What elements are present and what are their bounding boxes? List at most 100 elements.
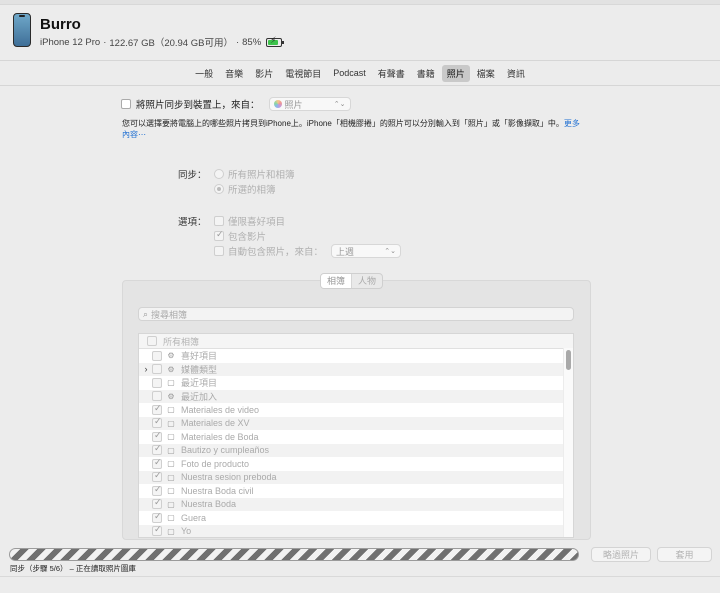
auto-include-period-popup[interactable]: 上週 ⌃⌄ <box>331 244 402 258</box>
window-bottom-edge <box>0 576 720 593</box>
album-name: Guera <box>181 512 207 523</box>
photo-source-popup[interactable]: 照片 ⌃⌄ <box>268 97 351 111</box>
album-checkbox[interactable] <box>152 377 162 388</box>
smart-album-icon: ⚙ <box>167 391 175 401</box>
tab-6[interactable]: 書籍 <box>412 65 440 82</box>
album-row[interactable]: ⚙ 喜好項目 <box>139 349 573 363</box>
album-checkbox[interactable] <box>152 350 162 361</box>
album-row[interactable]: ▢ Nuestra sesion preboda <box>139 470 573 484</box>
album-name: 喜好項目 <box>181 351 218 362</box>
device-capacity: 122.67 GB（20.94 GB可用） <box>109 38 233 49</box>
album-name: 媒體類型 <box>181 364 218 375</box>
album-checkbox[interactable] <box>152 484 162 496</box>
album-checkbox[interactable] <box>152 416 162 429</box>
album-name: Materiales de Boda <box>181 431 259 442</box>
all-albums-label: 所有相簿 <box>163 336 200 347</box>
sync-photos-checkbox[interactable] <box>121 99 131 109</box>
album-checkbox[interactable] <box>152 443 162 456</box>
tab-4[interactable]: Podcast <box>328 66 371 80</box>
album-icon: ▢ <box>167 445 175 455</box>
tab-people[interactable]: 人物 <box>352 274 382 288</box>
albums-people-segmented-control: 相簿 人物 <box>320 273 384 289</box>
album-row[interactable]: ▢ Materiales de XV <box>139 416 573 430</box>
album-checkbox[interactable] <box>152 364 162 375</box>
album-checkbox[interactable] <box>152 430 162 442</box>
tab-9[interactable]: 資訊 <box>502 65 530 82</box>
album-row[interactable]: ▢ Guera <box>139 511 573 525</box>
sync-photos-row: 將照片同步到裝置上，來自： 照片 ⌃⌄ <box>121 97 351 111</box>
auto-include-checkbox[interactable] <box>214 246 224 256</box>
album-list-scrollbar-thumb[interactable] <box>566 350 571 370</box>
album-checkbox[interactable] <box>152 403 162 415</box>
album-search-field[interactable]: ⌕ 搜尋相簿 <box>138 307 574 321</box>
tab-8[interactable]: 檔案 <box>472 65 500 82</box>
album-row[interactable]: ▢ Bautizo y cumpleaños <box>139 443 573 457</box>
options-label-row: 選項： <box>178 214 207 228</box>
album-row[interactable]: ▢ Materiales de Boda <box>139 430 573 444</box>
search-icon: ⌕ <box>143 308 149 319</box>
album-icon: ▢ <box>167 405 175 415</box>
album-name: 最近項目 <box>181 378 218 389</box>
album-name: Nuestra Boda civil <box>181 485 254 496</box>
smart-album-icon: ⚙ <box>167 351 175 361</box>
sync-photos-label: 將照片同步到裝置上，來自： <box>136 100 260 111</box>
album-checkbox[interactable] <box>152 524 162 537</box>
album-list: 所有相簿 ⚙ 喜好項目 › ⚙ 媒體類型 ▢ 最近項目 ⚙ 最近加入 ▢ Materiales de… <box>138 333 574 538</box>
album-row[interactable]: ▢ Materiales de video <box>139 403 573 417</box>
tab-7[interactable]: 照片 <box>441 64 470 82</box>
sync-selected-option[interactable]: 所選的相簿 <box>214 182 276 196</box>
favorites-only-option[interactable]: 僅限喜好項目 <box>214 214 285 228</box>
chevron-updown-icon: ⌃⌄ <box>384 247 397 255</box>
favorites-only-checkbox[interactable] <box>214 216 224 226</box>
album-row[interactable]: › ⚙ 媒體類型 <box>139 362 573 376</box>
tab-5[interactable]: 有聲書 <box>373 65 410 82</box>
album-name: Materiales de XV <box>181 418 250 429</box>
sync-options-label-row: 同步： <box>178 167 207 181</box>
album-icon: ▢ <box>167 418 175 428</box>
album-name: Yo <box>181 526 192 537</box>
disclosure-triangle-icon[interactable]: › <box>142 364 150 374</box>
album-icon: ▢ <box>167 459 175 469</box>
sync-all-radio[interactable] <box>214 169 224 179</box>
album-icon: ▢ <box>167 378 175 388</box>
device-info: iPhone 12 Pro · 122.67 GB（20.94 GB可用） · … <box>40 35 285 49</box>
album-icon: ▢ <box>167 486 175 496</box>
tab-albums[interactable]: 相簿 <box>321 274 353 288</box>
album-row[interactable]: ▢ Nuestra Boda civil <box>139 484 573 498</box>
tab-2[interactable]: 影片 <box>250 65 278 82</box>
battery-percent: 85% <box>242 36 262 48</box>
album-checkbox[interactable] <box>152 511 162 523</box>
album-name: Foto de producto <box>181 458 250 469</box>
album-list-scrollbar-track[interactable] <box>563 348 573 537</box>
album-checkbox[interactable] <box>152 470 162 483</box>
album-row[interactable]: ▢ 最近項目 <box>139 376 573 390</box>
album-list-header: 所有相簿 <box>139 334 573 349</box>
auto-include-option[interactable]: 自動包含照片，來自： 上週 ⌃⌄ <box>214 244 402 258</box>
album-checkbox[interactable] <box>152 457 162 469</box>
apply-button[interactable]: 套用 <box>657 547 712 562</box>
all-albums-checkbox[interactable] <box>147 336 157 346</box>
album-row[interactable]: ▢ Yo <box>139 524 573 537</box>
album-row[interactable]: ⚙ 最近加入 <box>139 389 573 403</box>
device-model: iPhone 12 Pro <box>40 36 101 48</box>
tab-3[interactable]: 電視節目 <box>280 65 326 82</box>
album-checkbox[interactable] <box>152 391 162 402</box>
tab-0[interactable]: 一般 <box>190 65 218 82</box>
album-icon: ▢ <box>167 472 175 482</box>
album-icon: ▢ <box>167 432 175 442</box>
include-videos-checkbox[interactable] <box>214 229 224 241</box>
battery-icon: ⚡ <box>266 35 285 47</box>
album-icon: ▢ <box>167 513 175 523</box>
include-videos-option[interactable]: 包含影片 <box>214 229 266 243</box>
tab-1[interactable]: 音樂 <box>220 65 248 82</box>
sync-selected-radio[interactable] <box>214 184 224 194</box>
options-label: 選項： <box>178 217 207 228</box>
tab-bar: 一般 音樂 影片 電視節目 Podcast 有聲書 書籍 照片 檔案 資訊 <box>0 60 720 86</box>
album-checkbox[interactable] <box>152 497 162 510</box>
album-icon: ▢ <box>167 499 175 509</box>
album-row[interactable]: ▢ Nuestra Boda <box>139 497 573 511</box>
album-row[interactable]: ▢ Foto de producto <box>139 457 573 471</box>
skip-photos-button[interactable]: 略過照片 <box>591 547 651 562</box>
window-top-strip <box>0 0 720 5</box>
sync-all-option[interactable]: 所有照片和相簿 <box>214 167 295 181</box>
